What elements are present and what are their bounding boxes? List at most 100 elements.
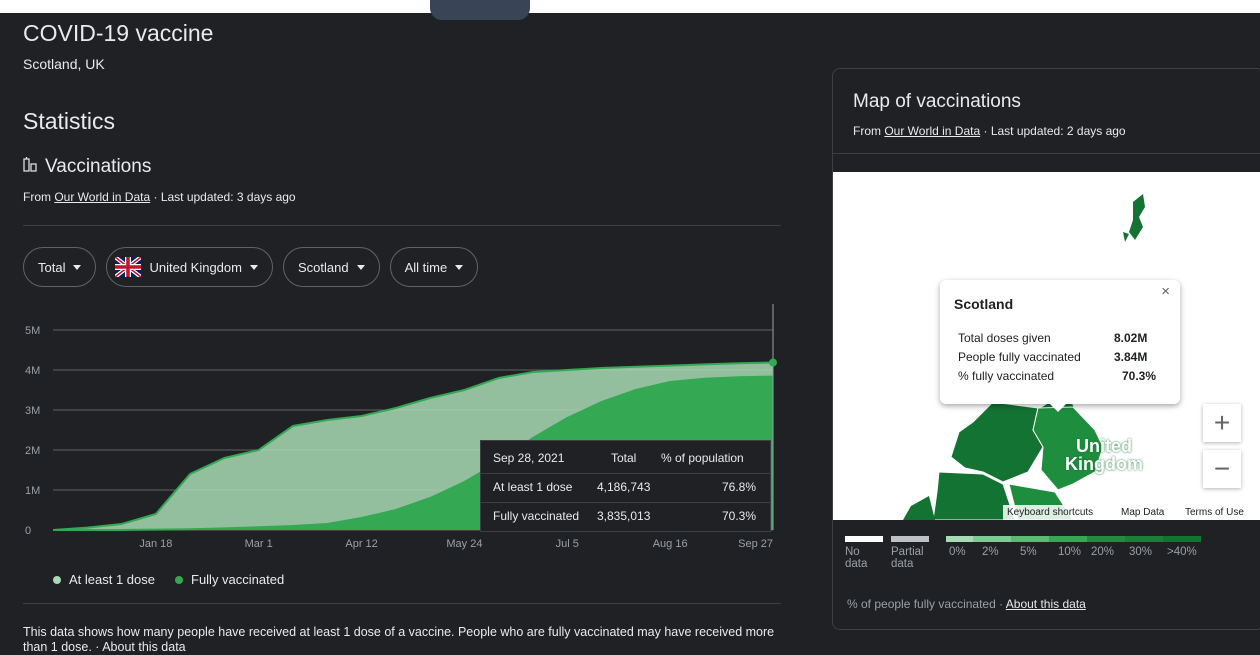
vaccinations-header: Vaccinations [23,156,151,178]
country-label: United Kingdom [1055,437,1153,473]
map-source-prefix: From [853,124,885,138]
y-tick-label: 3M [25,405,40,417]
tooltip-col-pct: % of population [661,451,744,465]
scale-label: Partial [891,546,924,558]
filter-timerange-label: All time [404,259,448,275]
map-source-updated: · Last updated: 2 days ago [980,124,1126,138]
tooltip-row-total: 4,186,743 [597,480,651,494]
y-tick-label: 4M [25,365,40,377]
divider [23,225,781,226]
tooltip-row-label: At least 1 dose [493,480,573,494]
zoom-in-button[interactable]: + [1203,404,1241,442]
chart-footnote: This data shows how many people have rec… [23,625,775,654]
close-icon[interactable]: × [1161,283,1170,300]
y-tick-label: 1M [25,485,40,497]
scale-swatch [946,536,973,542]
scale-label: 10% [1058,546,1082,558]
map-source-link[interactable]: Our World in Data [884,124,980,138]
filter-region-label: Scotland [297,259,349,275]
x-tick-label: Aug 16 [653,538,688,550]
map-source: From Our World in Data · Last updated: 2… [853,124,1126,138]
scale-label: 20% [1091,546,1115,558]
filter-total-label: Total [38,259,66,275]
vaccinations-source: From Our World in Data · Last updated: 3… [23,190,296,204]
scale-label: 30% [1129,546,1153,558]
map-footer: % of people fully vaccinated · About thi… [847,597,1086,611]
map-footer-text: % of people fully vaccinated · [847,597,1006,611]
scale-step: 5% [1011,536,1049,558]
chevron-down-icon [356,264,365,270]
scale-step: >40% [1163,536,1201,558]
filter-total[interactable]: Total [23,247,97,287]
scale-label: 5% [1020,546,1037,558]
popup-region: Scotland [954,296,1014,312]
country-label-line2: Kingdom [1065,454,1143,474]
map-legend-scale: No data Partial data 0% 2% 5% 10% 20% 30… [845,536,1201,570]
tooltip-row: Fully vaccinated 3,835,013 70.3% [481,501,770,531]
filter-timerange[interactable]: All time [389,247,479,287]
popup-row-value: 70.3% [1122,369,1157,383]
scale-label2: data [845,558,868,570]
x-tick-label: Sep 27 [738,538,773,550]
tooltip-date: Sep 28, 2021 [493,451,565,465]
terms-of-use-link[interactable]: Terms of Use [1181,505,1248,520]
tooltip-row-label: Fully vaccinated [493,509,580,523]
chevron-down-icon [73,264,82,270]
scale-step: 30% [1125,536,1163,558]
country-label-line1: United [1076,436,1132,456]
scale-swatch [1011,536,1049,542]
about-data-link[interactable]: About this data [1006,597,1086,611]
page-subtitle: Scotland, UK [23,56,105,72]
vaccinations-title: Vaccinations [45,156,152,177]
filter-country-label: United Kingdom [149,259,242,275]
source-link[interactable]: Our World in Data [54,190,150,204]
page-title: COVID-19 vaccine [23,20,214,46]
x-tick-label: Mar 1 [245,538,273,550]
scale-label: >40% [1167,546,1197,558]
map-title: Map of vaccinations [853,91,1021,112]
scale-label: 0% [949,546,966,558]
legend-swatch-dose1 [53,575,61,584]
scale-step: 10% [1049,536,1087,558]
scale-swatch [1125,536,1163,542]
chevron-down-icon [249,264,258,270]
chevron-down-icon [455,264,464,270]
tooltip-header: Sep 28, 2021 Total % of population [481,443,770,474]
scale-swatch [891,536,929,542]
popup-row-label: People fully vaccinated [958,350,1081,364]
scale-step: 2% [973,536,1011,558]
tooltip-col-total: Total [611,451,637,465]
zoom-out-button[interactable]: − [1203,450,1241,488]
source-updated: · Last updated: 3 days ago [150,190,296,204]
scale-partial: Partial data [891,536,946,570]
x-tick-label: Jul 5 [556,538,579,550]
tooltip-row-total: 3,835,013 [597,509,651,523]
legend-label-full: Fully vaccinated [191,572,285,587]
scale-label2: data [891,558,914,570]
syringe-icon [23,156,37,178]
filter-country[interactable]: United Kingdom [106,247,273,287]
vaccine-stats-panel: COVID-19 vaccine Scotland, UK Statistics… [23,0,783,654]
scale-step: 20% [1087,536,1125,558]
popup-row-value: 3.84M [1114,350,1148,364]
filter-region[interactable]: Scotland [282,247,380,287]
keyboard-shortcuts-link[interactable]: Keyboard shortcuts [1003,505,1098,520]
tooltip-row-pct: 70.3% [722,509,757,523]
statistics-heading: Statistics [23,108,116,134]
map-data-link[interactable]: Map Data [1117,505,1169,520]
vaccination-map[interactable]: United Kingdom Scotland × Total doses gi… [833,172,1260,520]
x-tick-label: May 24 [446,538,482,550]
scale-label: 2% [982,546,999,558]
tooltip-row: At least 1 dose 4,186,743 76.8% [481,472,770,503]
y-tick-label: 2M [25,445,40,457]
scale-swatch [1163,536,1201,542]
region-popup: Scotland × Total doses given 8.02M Peopl… [940,280,1180,412]
filter-bar: Total United Kingdom Scotland All time [23,247,479,287]
scale-no-data: No data [845,536,891,570]
scale-swatch [845,536,883,542]
uk-flag-icon [115,257,142,277]
chart-tooltip: Sep 28, 2021 Total % of population At le… [480,440,771,532]
scale-swatch [1049,536,1087,542]
hover-point [769,358,777,367]
tooltip-row-pct: 76.8% [722,480,757,494]
